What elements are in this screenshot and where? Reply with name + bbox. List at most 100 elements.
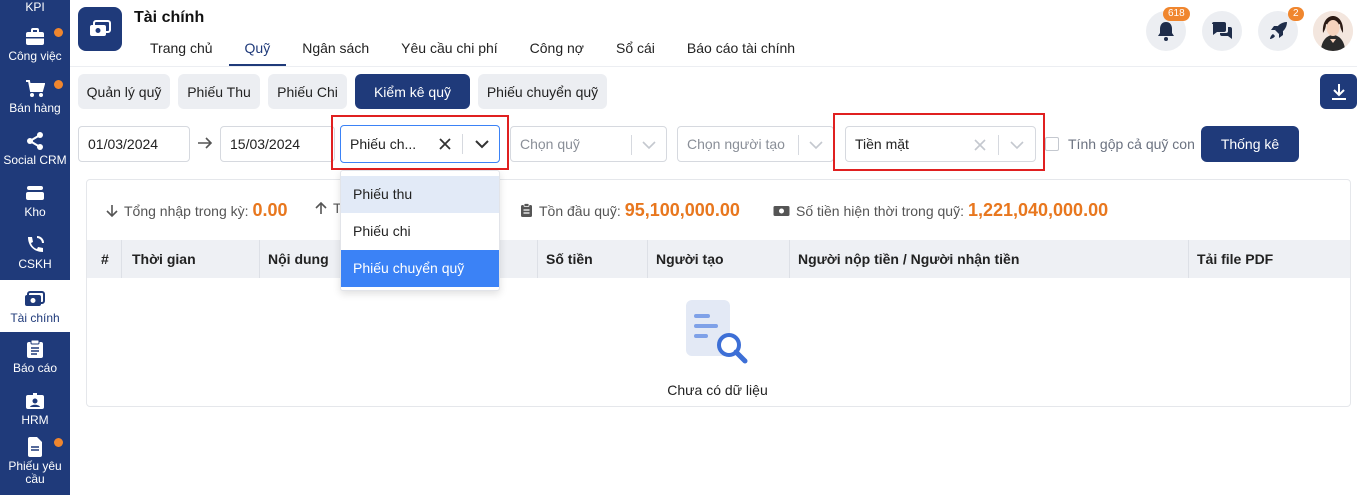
summary-total-out: T xyxy=(315,200,342,216)
summary-current: Số tiền hiện thời trong quỹ: 1,221,040,0… xyxy=(773,200,1108,221)
tab-trang-chu[interactable]: Trang chủ xyxy=(134,38,229,66)
column-header-index: # xyxy=(101,251,109,267)
finance-icon xyxy=(90,20,111,36)
select-divider xyxy=(462,134,463,154)
sidebar-item-ban-hang[interactable]: Bán hàng xyxy=(0,78,70,130)
summary-value: 95,100,000.00 xyxy=(624,200,740,220)
chevron-down-icon[interactable] xyxy=(1008,136,1026,154)
summary-label: Tồn đầu quỹ: xyxy=(539,202,621,219)
payment-method-value: Tiền mặt xyxy=(855,136,909,152)
tab-so-cai[interactable]: Sổ cái xyxy=(600,38,671,66)
download-button[interactable] xyxy=(1320,74,1357,109)
clear-icon[interactable] xyxy=(436,135,454,153)
sidebar-item-label: CSKH xyxy=(18,257,52,271)
notification-button[interactable]: 618 xyxy=(1146,7,1190,51)
notification-dot xyxy=(54,28,63,37)
tab-quy[interactable]: Quỹ xyxy=(228,38,287,66)
chevron-down-icon[interactable] xyxy=(807,136,825,154)
select-divider xyxy=(798,135,799,155)
empty-state-icon xyxy=(684,298,752,371)
summary-opening: Tồn đầu quỹ: 95,100,000.00 xyxy=(520,200,740,221)
tab-bao-cao-tai-chinh[interactable]: Báo cáo tài chính xyxy=(671,38,811,66)
share-icon xyxy=(24,130,46,152)
dropdown-option-phieu-chuyen-quy[interactable]: Phiếu chuyển quỹ xyxy=(341,250,499,287)
user-avatar-icon xyxy=(1313,11,1353,51)
dropdown-option-phieu-thu[interactable]: Phiếu thu xyxy=(341,176,499,213)
voucher-type-select[interactable]: Phiếu ch... xyxy=(340,125,500,163)
sidebar-item-label: HRM xyxy=(21,413,49,427)
sidebar-item-label: Công việc xyxy=(8,49,62,63)
sidebar-item-cong-viec[interactable]: Công việc xyxy=(0,26,70,78)
clipboard-icon xyxy=(520,203,533,218)
column-header-payer-receiver: Người nộp tiền / Người nhận tiền xyxy=(798,251,1020,267)
empty-state-text: Chưa có dữ liệu xyxy=(667,382,768,398)
summary-value: 1,221,040,000.00 xyxy=(967,200,1109,220)
sidebar-item-phieu-yeu-cau[interactable]: Phiếu yêu cầu xyxy=(0,436,70,495)
sidebar-item-cskh[interactable]: CSKH xyxy=(0,234,70,286)
select-divider xyxy=(631,135,632,155)
notification-dot xyxy=(54,438,63,447)
avatar[interactable] xyxy=(1313,11,1353,51)
column-header-time: Thời gian xyxy=(132,251,196,267)
phone-icon xyxy=(24,234,46,256)
rocket-badge: 2 xyxy=(1288,7,1304,21)
subtab-phieu-thu[interactable]: Phiếu Thu xyxy=(178,74,260,109)
tab-ngan-sach[interactable]: Ngân sách xyxy=(286,38,385,66)
sidebar-item-label: Bán hàng xyxy=(9,101,61,115)
include-child-checkbox[interactable] xyxy=(1045,137,1059,151)
subtab-quan-ly-quy[interactable]: Quản lý quỹ xyxy=(78,74,170,109)
tab-yeu-cau-chi-phi[interactable]: Yêu cầu chi phí xyxy=(385,38,514,66)
clear-icon[interactable] xyxy=(971,136,989,154)
column-divider xyxy=(121,240,122,278)
date-from-field[interactable]: 01/03/2024 xyxy=(78,126,190,162)
voucher-type-dropdown: Phiếu thu Phiếu chi Phiếu chuyển quỹ xyxy=(340,170,500,291)
sidebar: KPI Công việc Bán hàng Social CRM Kho CS… xyxy=(0,0,70,495)
statistics-button[interactable]: Thống kê xyxy=(1201,126,1299,162)
notification-dot xyxy=(54,80,63,89)
rocket-icon xyxy=(1270,22,1287,39)
chevron-down-icon[interactable] xyxy=(473,135,491,153)
sidebar-item-label: Kho xyxy=(24,205,46,219)
sidebar-item-label: Báo cáo xyxy=(12,361,58,375)
bell-icon xyxy=(1158,22,1174,41)
fund-placeholder: Chọn quỹ xyxy=(520,136,580,152)
dropdown-option-phieu-chi[interactable]: Phiếu chi xyxy=(341,213,499,250)
finance-icon xyxy=(24,288,46,310)
sidebar-item-label: Phiếu yêu cầu xyxy=(8,459,62,486)
rocket-button[interactable]: 2 xyxy=(1258,7,1304,51)
creator-select[interactable]: Chọn người tạo xyxy=(677,126,834,162)
app-logo xyxy=(78,7,122,51)
fund-select[interactable]: Chọn quỹ xyxy=(510,126,667,162)
chat-icon xyxy=(1212,22,1232,39)
column-header-amount: Số tiền xyxy=(546,251,593,267)
payment-method-select[interactable]: Tiền mặt xyxy=(845,126,1036,162)
arrow-right-icon xyxy=(197,136,213,155)
briefcase-icon xyxy=(24,26,46,48)
date-to-value: 15/03/2024 xyxy=(230,136,301,152)
header-divider xyxy=(70,66,1357,67)
sidebar-item-social-crm[interactable]: Social CRM xyxy=(0,130,70,182)
creator-placeholder: Chọn người tạo xyxy=(687,136,785,152)
sidebar-item-tai-chinh[interactable]: Tài chính xyxy=(0,280,70,332)
sidebar-item-label: KPI xyxy=(25,0,45,14)
select-divider xyxy=(998,135,999,155)
chevron-down-icon[interactable] xyxy=(640,136,658,154)
document-icon xyxy=(24,436,46,458)
main-nav: Trang chủ Quỹ Ngân sách Yêu cầu chi phí … xyxy=(134,38,811,66)
subtab-phieu-chuyen-quy[interactable]: Phiếu chuyển quỹ xyxy=(478,74,607,109)
subtab-kiem-ke-quy[interactable]: Kiểm kê quỹ xyxy=(355,74,470,109)
warehouse-icon xyxy=(24,182,46,204)
column-header-pdf: Tải file PDF xyxy=(1197,251,1274,267)
arrow-down-icon xyxy=(106,204,118,218)
voucher-type-value: Phiếu ch... xyxy=(350,136,417,152)
sidebar-item-kho[interactable]: Kho xyxy=(0,182,70,234)
tab-cong-no[interactable]: Công nợ xyxy=(514,38,600,66)
summary-label: Số tiền hiện thời trong quỹ: xyxy=(796,202,964,219)
page-title: Tài chính xyxy=(134,9,205,26)
date-to-field[interactable]: 15/03/2024 xyxy=(220,126,335,162)
date-from-value: 01/03/2024 xyxy=(88,136,159,152)
sidebar-item-kpi[interactable]: KPI xyxy=(0,0,70,14)
chat-button[interactable] xyxy=(1202,11,1242,51)
summary-label: Tổng nhập trong kỳ: xyxy=(124,202,249,219)
subtab-phieu-chi[interactable]: Phiếu Chi xyxy=(268,74,347,109)
